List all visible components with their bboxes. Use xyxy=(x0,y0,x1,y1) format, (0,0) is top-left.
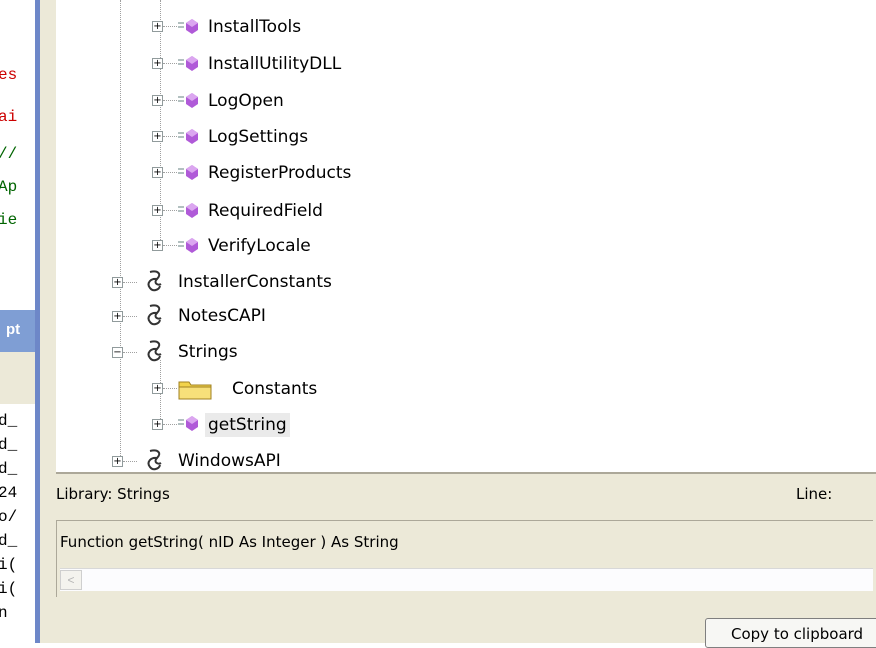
tree-node-library[interactable]: + WindowsAPI xyxy=(112,447,432,472)
expand-icon[interactable]: + xyxy=(152,419,163,430)
function-icon xyxy=(178,203,198,218)
tree-node-label: Strings xyxy=(178,342,238,362)
tree-connector xyxy=(120,0,121,462)
tree-node-function[interactable]: + InstallTools xyxy=(152,14,452,44)
function-icon xyxy=(178,238,198,253)
code-line: es xyxy=(0,66,18,84)
tree-node-label: InstallTools xyxy=(208,17,302,37)
folder-icon xyxy=(178,381,212,400)
copy-to-clipboard-button[interactable]: Copy to clipboard xyxy=(705,618,876,648)
expand-icon[interactable]: + xyxy=(152,95,163,106)
tree-node-function[interactable]: + RequiredField xyxy=(152,198,452,228)
panel-header-label: pt xyxy=(6,321,21,338)
expand-icon[interactable]: + xyxy=(152,21,163,32)
library-script-icon xyxy=(147,304,162,326)
expand-icon[interactable]: + xyxy=(152,383,163,394)
tree-node-function[interactable]: + LogSettings xyxy=(152,124,452,154)
expand-icon[interactable]: + xyxy=(112,277,123,288)
code-line: n xyxy=(0,604,8,622)
code-line: ie xyxy=(0,211,18,229)
tree-node-function[interactable]: + LogOpen xyxy=(152,88,452,118)
function-icon xyxy=(178,129,198,144)
code-line: i( xyxy=(0,580,18,598)
function-icon xyxy=(178,416,198,431)
tree-node-folder[interactable]: + Constants xyxy=(152,374,472,404)
tree-node-function[interactable]: + VerifyLocale xyxy=(152,233,452,263)
code-line: d_ xyxy=(0,412,18,430)
function-signature: Function getString( nID As Integer ) As … xyxy=(60,533,399,551)
function-icon xyxy=(178,165,198,180)
library-status-text: Library: Strings xyxy=(56,485,170,503)
expand-icon[interactable]: + xyxy=(152,167,163,178)
code-line: i( xyxy=(0,556,18,574)
tree-node-function[interactable]: + getString xyxy=(152,410,472,440)
panel-header: pt xyxy=(0,310,35,352)
expand-icon[interactable]: + xyxy=(152,205,163,216)
library-script-icon xyxy=(147,270,162,292)
expand-icon[interactable]: + xyxy=(152,240,163,251)
tree-node-library[interactable]: + InstallerConstants xyxy=(112,268,432,298)
tree-node-label: VerifyLocale xyxy=(208,236,311,256)
tree-node-function[interactable]: + InstallUtilityDLL xyxy=(152,51,452,81)
splitter-strip xyxy=(40,0,56,643)
tree-node-library[interactable]: − Strings xyxy=(112,338,432,368)
panel-band xyxy=(0,352,35,404)
code-line: // xyxy=(0,145,18,163)
function-icon xyxy=(178,56,198,71)
library-script-icon xyxy=(147,340,162,362)
library-tree[interactable]: + InstallTools + InstallUtilityDLL + Log… xyxy=(56,0,876,472)
tree-node-library[interactable]: + NotesCAPI xyxy=(112,302,432,332)
code-line: d_ xyxy=(0,436,18,454)
scroll-left-arrow-icon[interactable]: < xyxy=(60,570,82,590)
expand-icon[interactable]: + xyxy=(152,58,163,69)
tree-node-label: RegisterProducts xyxy=(208,163,352,183)
library-script-icon xyxy=(147,449,162,471)
code-editor-fragment: es ai // Ap ie pt d_ d_ d_ 24 o/ d_ i( i… xyxy=(0,0,35,643)
code-line: ai xyxy=(0,108,18,126)
tree-node-label: RequiredField xyxy=(208,201,323,221)
tree-node-label: Constants xyxy=(232,379,318,399)
function-icon xyxy=(178,93,198,108)
expand-icon[interactable]: + xyxy=(112,311,123,322)
tree-node-label: LogSettings xyxy=(208,127,309,147)
signature-box[interactable]: Function getString( nID As Integer ) As … xyxy=(56,520,873,597)
panel-border xyxy=(56,472,876,474)
expand-icon[interactable]: + xyxy=(112,456,123,467)
code-line: 24 xyxy=(0,484,18,502)
code-line: d_ xyxy=(0,460,18,478)
tree-node-label: NotesCAPI xyxy=(178,306,266,326)
line-label: Line: xyxy=(796,485,833,503)
expand-icon[interactable]: + xyxy=(152,131,163,142)
tree-node-label: InstallerConstants xyxy=(178,272,332,292)
code-line: Ap xyxy=(0,178,18,196)
tree-node-label: WindowsAPI xyxy=(178,451,281,471)
collapse-icon[interactable]: − xyxy=(112,347,123,358)
tree-node-label-selected: getString xyxy=(205,413,290,437)
tree-node-label: InstallUtilityDLL xyxy=(208,54,342,74)
tree-node-label: LogOpen xyxy=(208,91,284,111)
function-icon xyxy=(178,19,198,34)
code-line: o/ xyxy=(0,508,18,526)
horizontal-scrollbar[interactable]: < xyxy=(60,568,873,591)
code-line: d_ xyxy=(0,532,18,550)
tree-node-function[interactable]: + RegisterProducts xyxy=(152,160,472,190)
details-panel: Library: Strings Line: Function getStrin… xyxy=(56,472,876,648)
